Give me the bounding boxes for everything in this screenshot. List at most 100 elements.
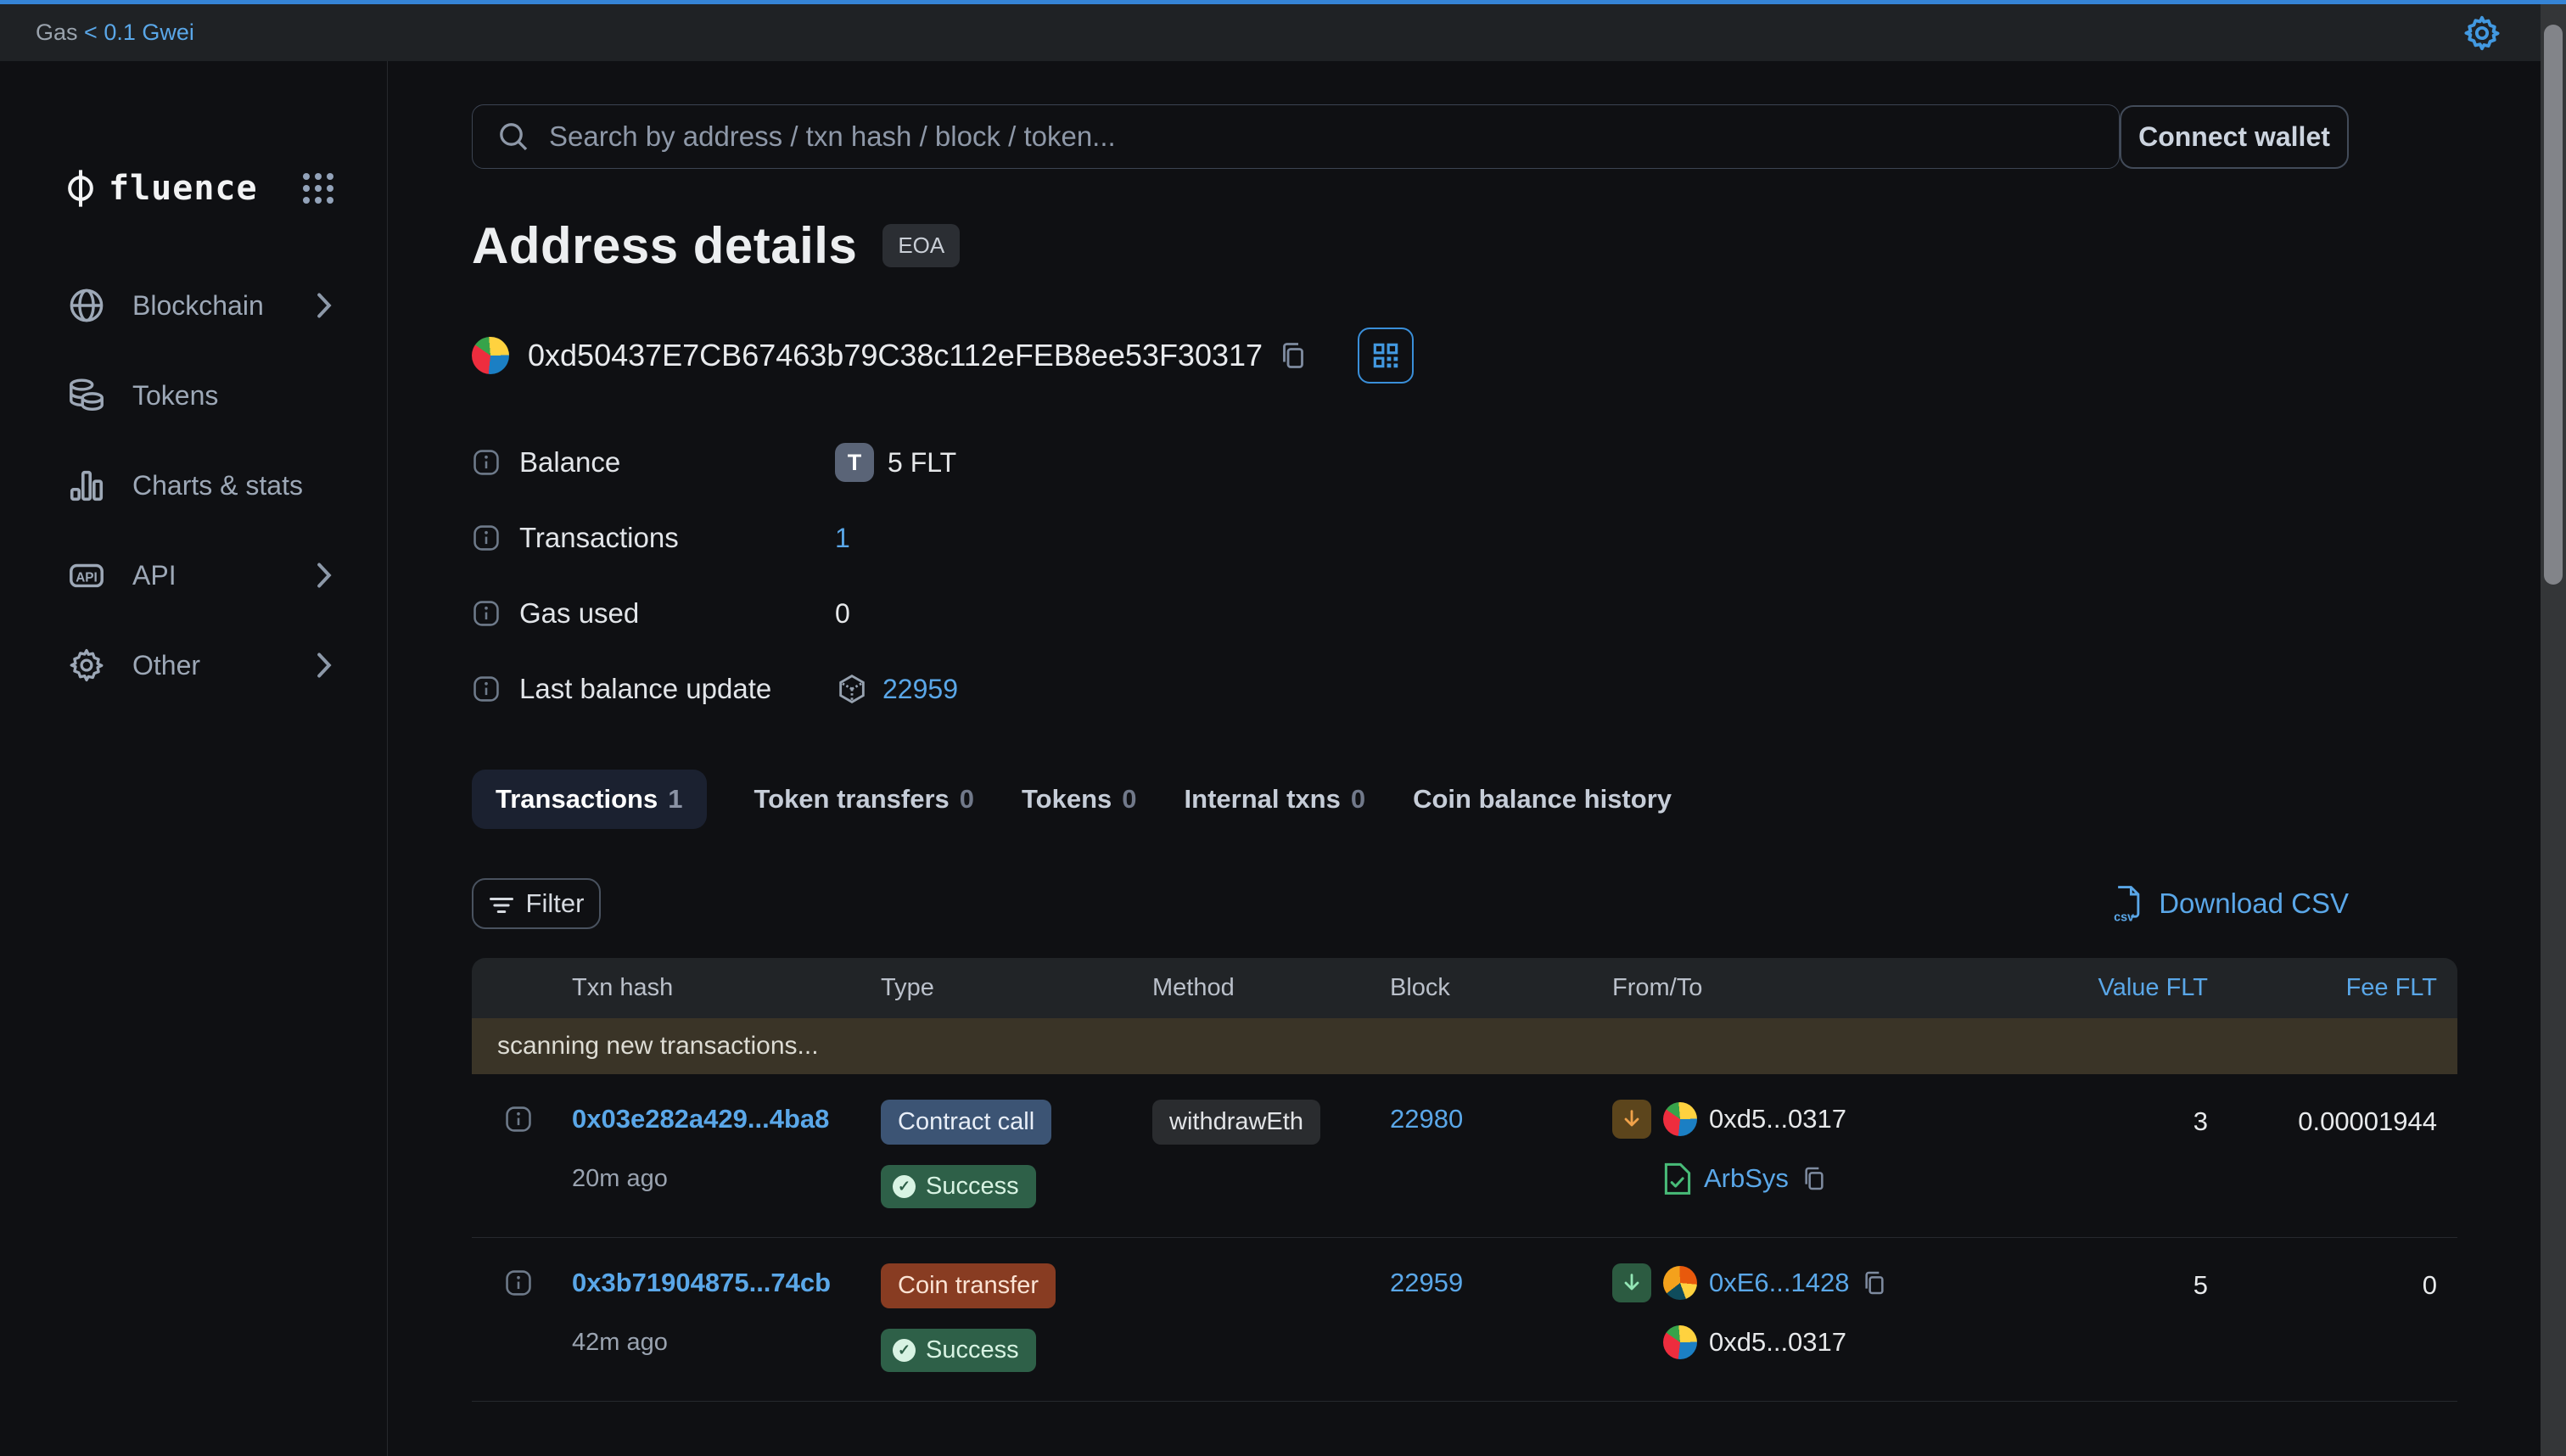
col-header-type: Type xyxy=(866,974,1137,1002)
search-box[interactable] xyxy=(472,104,2120,169)
txn-value: 3 xyxy=(2193,1100,2223,1208)
connect-wallet-button[interactable]: Connect wallet xyxy=(2120,105,2349,169)
col-header-value[interactable]: Value FLT xyxy=(2098,974,2223,1002)
transactions-label: Transactions xyxy=(519,522,835,554)
contract-icon xyxy=(1663,1162,1692,1196)
from-address: 0xd5...0317 xyxy=(1709,1104,1846,1134)
table-row: 0x3b71904875...74cb 42m ago Coin transfe… xyxy=(472,1238,2457,1402)
csv-file-icon: csv xyxy=(2111,885,2145,922)
info-icon[interactable] xyxy=(504,1105,533,1134)
table-row: 0x03e282a429...4ba8 20m ago Contract cal… xyxy=(472,1074,2457,1238)
info-icon[interactable] xyxy=(472,524,501,552)
block-link[interactable]: 22980 xyxy=(1390,1104,1463,1134)
bar-chart-icon xyxy=(66,465,107,506)
gear-icon xyxy=(66,645,107,686)
txn-age: 42m ago xyxy=(572,1329,668,1357)
gas-tracker[interactable]: Gas < 0.1 Gwei xyxy=(36,20,194,46)
sidebar-item-blockchain[interactable]: Blockchain xyxy=(66,278,333,333)
settings-gear-icon[interactable] xyxy=(2462,14,2502,53)
scanning-notice: scanning new transactions... xyxy=(472,1018,2457,1074)
copy-address-icon[interactable] xyxy=(1278,340,1308,371)
info-row-balance: Balance T 5 FLT xyxy=(472,443,2349,482)
balance-value: 5 FLT xyxy=(888,447,956,479)
balance-label: Balance xyxy=(519,446,835,479)
info-icon[interactable] xyxy=(504,1268,533,1297)
info-icon[interactable] xyxy=(472,599,501,628)
sidebar-item-label: Tokens xyxy=(132,380,333,412)
tab-tokens[interactable]: Tokens0 xyxy=(1022,784,1136,815)
info-row-gas-used: Gas used 0 xyxy=(472,594,2349,633)
topbar: Gas < 0.1 Gwei xyxy=(0,4,2566,61)
block-link[interactable]: 22959 xyxy=(1390,1268,1463,1298)
download-csv-link[interactable]: csv Download CSV xyxy=(2111,885,2349,922)
page-title: Address details xyxy=(472,216,857,275)
direction-out-icon xyxy=(1612,1100,1651,1139)
col-header-from-to: From/To xyxy=(1595,974,1969,1002)
qr-code-button[interactable] xyxy=(1358,328,1414,384)
txn-fee: 0.00001944 xyxy=(2298,1100,2457,1208)
token-symbol-badge: T xyxy=(835,443,874,482)
direction-in-icon xyxy=(1612,1263,1651,1302)
tab-internal-txns[interactable]: Internal txns0 xyxy=(1185,784,1366,815)
sidebar-item-label: API xyxy=(132,560,315,591)
qr-code-icon xyxy=(1370,339,1402,372)
scrollbar-thumb[interactable] xyxy=(2544,25,2563,585)
from-address-link[interactable]: 0xE6...1428 xyxy=(1709,1268,1849,1298)
filter-icon xyxy=(489,893,514,915)
gas-used-value: 0 xyxy=(835,598,850,630)
address-avatar xyxy=(472,337,509,374)
transactions-table: Txn hash Type Method Block From/To Value… xyxy=(472,958,2457,1402)
sidebar-item-api[interactable]: API API xyxy=(66,548,333,602)
last-balance-update-block-link[interactable]: 22959 xyxy=(882,674,958,705)
check-icon: ✓ xyxy=(893,1175,916,1198)
address-hash: 0xd50437E7CB67463b79C38c112eFEB8ee53F303… xyxy=(528,338,1263,373)
info-icon[interactable] xyxy=(472,448,501,477)
check-icon: ✓ xyxy=(893,1339,916,1362)
transactions-count-link[interactable]: 1 xyxy=(835,523,850,554)
scrollbar[interactable] xyxy=(2541,4,2566,1456)
info-icon[interactable] xyxy=(472,675,501,703)
sidebar-item-label: Other xyxy=(132,650,315,681)
tab-token-transfers[interactable]: Token transfers0 xyxy=(754,784,975,815)
table-header: Txn hash Type Method Block From/To Value… xyxy=(472,958,2457,1018)
info-row-transactions: Transactions 1 xyxy=(472,518,2349,557)
to-avatar xyxy=(1663,1325,1697,1359)
chevron-right-icon xyxy=(315,563,333,588)
logo-text: fluence xyxy=(109,169,258,208)
api-icon: API xyxy=(66,555,107,596)
to-contract-link[interactable]: ArbSys xyxy=(1704,1163,1789,1194)
method-badge: withdrawEth xyxy=(1152,1100,1320,1145)
col-header-fee[interactable]: Fee FLT xyxy=(2346,974,2457,1002)
tab-coin-balance-history[interactable]: Coin balance history xyxy=(1413,784,1672,815)
search-icon xyxy=(496,120,530,154)
apps-grid-icon[interactable] xyxy=(303,173,333,204)
col-header-txn-hash: Txn hash xyxy=(548,974,866,1002)
sidebar-item-charts-stats[interactable]: Charts & stats xyxy=(66,458,333,512)
search-input[interactable] xyxy=(549,120,2095,153)
phi-logo-icon xyxy=(66,166,95,210)
txn-hash-link[interactable]: 0x3b71904875...74cb xyxy=(572,1268,831,1298)
txn-hash-link[interactable]: 0x03e282a429...4ba8 xyxy=(572,1104,829,1134)
filter-label: Filter xyxy=(526,888,585,919)
sidebar-item-label: Blockchain xyxy=(132,290,315,322)
address-type-badge: EOA xyxy=(882,224,960,267)
txn-type-badge: Coin transfer xyxy=(881,1263,1056,1308)
col-header-block: Block xyxy=(1375,974,1595,1002)
copy-icon[interactable] xyxy=(1801,1165,1828,1192)
last-balance-update-label: Last balance update xyxy=(519,673,835,705)
from-avatar xyxy=(1663,1102,1697,1136)
fluence-logo[interactable]: fluence xyxy=(66,166,258,210)
status-badge: ✓ Success xyxy=(881,1329,1036,1372)
sidebar-item-label: Charts & stats xyxy=(132,470,333,501)
sidebar-item-tokens[interactable]: Tokens xyxy=(66,368,333,423)
sidebar-item-other[interactable]: Other xyxy=(66,638,333,692)
block-cube-icon xyxy=(835,672,869,706)
copy-icon[interactable] xyxy=(1861,1269,1888,1296)
tab-transactions[interactable]: Transactions1 xyxy=(472,770,707,829)
filter-button[interactable]: Filter xyxy=(472,878,601,929)
txn-value: 5 xyxy=(2193,1263,2223,1372)
svg-text:API: API xyxy=(76,570,98,585)
chevron-right-icon xyxy=(315,652,333,678)
gas-value: < 0.1 Gwei xyxy=(84,20,194,45)
status-badge: ✓ Success xyxy=(881,1165,1036,1208)
